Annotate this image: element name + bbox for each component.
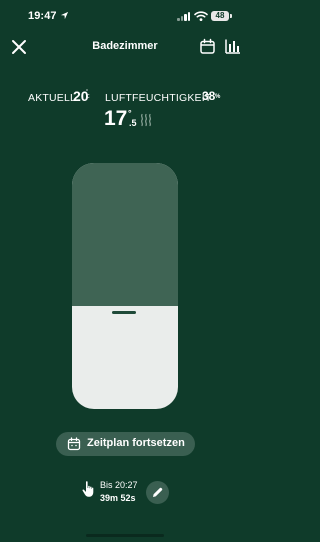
- pencil-icon: [153, 487, 163, 497]
- battery-indicator: 48: [211, 11, 229, 21]
- home-indicator: [86, 534, 164, 537]
- humidity-unit: %: [215, 94, 221, 100]
- bar-chart-icon[interactable]: [224, 38, 241, 55]
- status-time: 19:47: [28, 10, 57, 22]
- humidity-label: LUFTFEUCHTIGKEIT: [105, 92, 212, 104]
- override-remaining: 39m 52s: [100, 493, 136, 503]
- target-temp-degree: °: [128, 108, 132, 118]
- header: Badezimmer: [0, 34, 250, 60]
- calendar-icon: [67, 437, 81, 451]
- calendar-icon[interactable]: [199, 38, 216, 55]
- slider-upper-track: [72, 163, 178, 306]
- cellular-signal-icon: [177, 12, 191, 21]
- edit-override-button[interactable]: [146, 481, 169, 504]
- wifi-icon: [194, 11, 208, 21]
- heat-waves-icon: [140, 113, 152, 127]
- temperature-slider[interactable]: [72, 163, 178, 409]
- hand-pointer-icon: [82, 481, 94, 497]
- status-bar: 19:47 48: [0, 0, 250, 32]
- override-until: Bis 20:27: [100, 480, 138, 490]
- current-temp-unit: ° C: [86, 90, 90, 100]
- target-temp-integer: 17: [104, 107, 128, 130]
- current-temp-label: AKTUELL: [28, 92, 77, 104]
- target-temp-decimal: .5: [129, 118, 137, 128]
- resume-schedule-label: Zeitplan fortsetzen: [87, 437, 185, 449]
- humidity-value: 38: [202, 89, 216, 103]
- battery-tip: [230, 14, 232, 18]
- current-temp-unit-letter: C: [86, 94, 90, 100]
- resume-schedule-button[interactable]: Zeitplan fortsetzen: [56, 432, 195, 456]
- slider-handle[interactable]: [112, 311, 136, 314]
- location-arrow-icon: [60, 11, 69, 20]
- readings-row: AKTUELL 20 ° C LUFTFEUCHTIGKEIT 38 %: [0, 88, 250, 108]
